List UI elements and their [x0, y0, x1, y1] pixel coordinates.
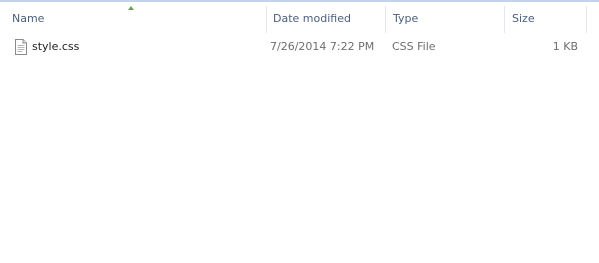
column-header-type[interactable]: Type: [387, 2, 504, 35]
file-row[interactable]: style.css 7/26/2014 7:22 PM CSS File 1 K…: [6, 37, 591, 57]
file-name[interactable]: style.css: [32, 37, 79, 57]
column-header-row: Name Date modified Type Size: [0, 2, 599, 35]
file-list-view: Name Date modified Type Size style.css 7…: [0, 0, 599, 263]
document-icon: [15, 39, 27, 55]
column-header-size[interactable]: Size: [506, 2, 586, 35]
file-date-modified: 7/26/2014 7:22 PM: [270, 40, 375, 53]
column-divider-date[interactable]: [385, 6, 386, 33]
file-type: CSS File: [392, 40, 436, 53]
column-divider-size[interactable]: [586, 6, 587, 33]
column-header-name-label: Name: [12, 12, 45, 25]
column-divider-type[interactable]: [504, 6, 505, 33]
column-header-date-label: Date modified: [273, 12, 351, 25]
column-header-size-label: Size: [512, 12, 535, 25]
column-header-type-label: Type: [393, 12, 419, 25]
file-size: 1 KB: [552, 40, 578, 53]
column-header-name[interactable]: Name: [6, 2, 266, 35]
column-header-date-modified[interactable]: Date modified: [267, 2, 385, 35]
